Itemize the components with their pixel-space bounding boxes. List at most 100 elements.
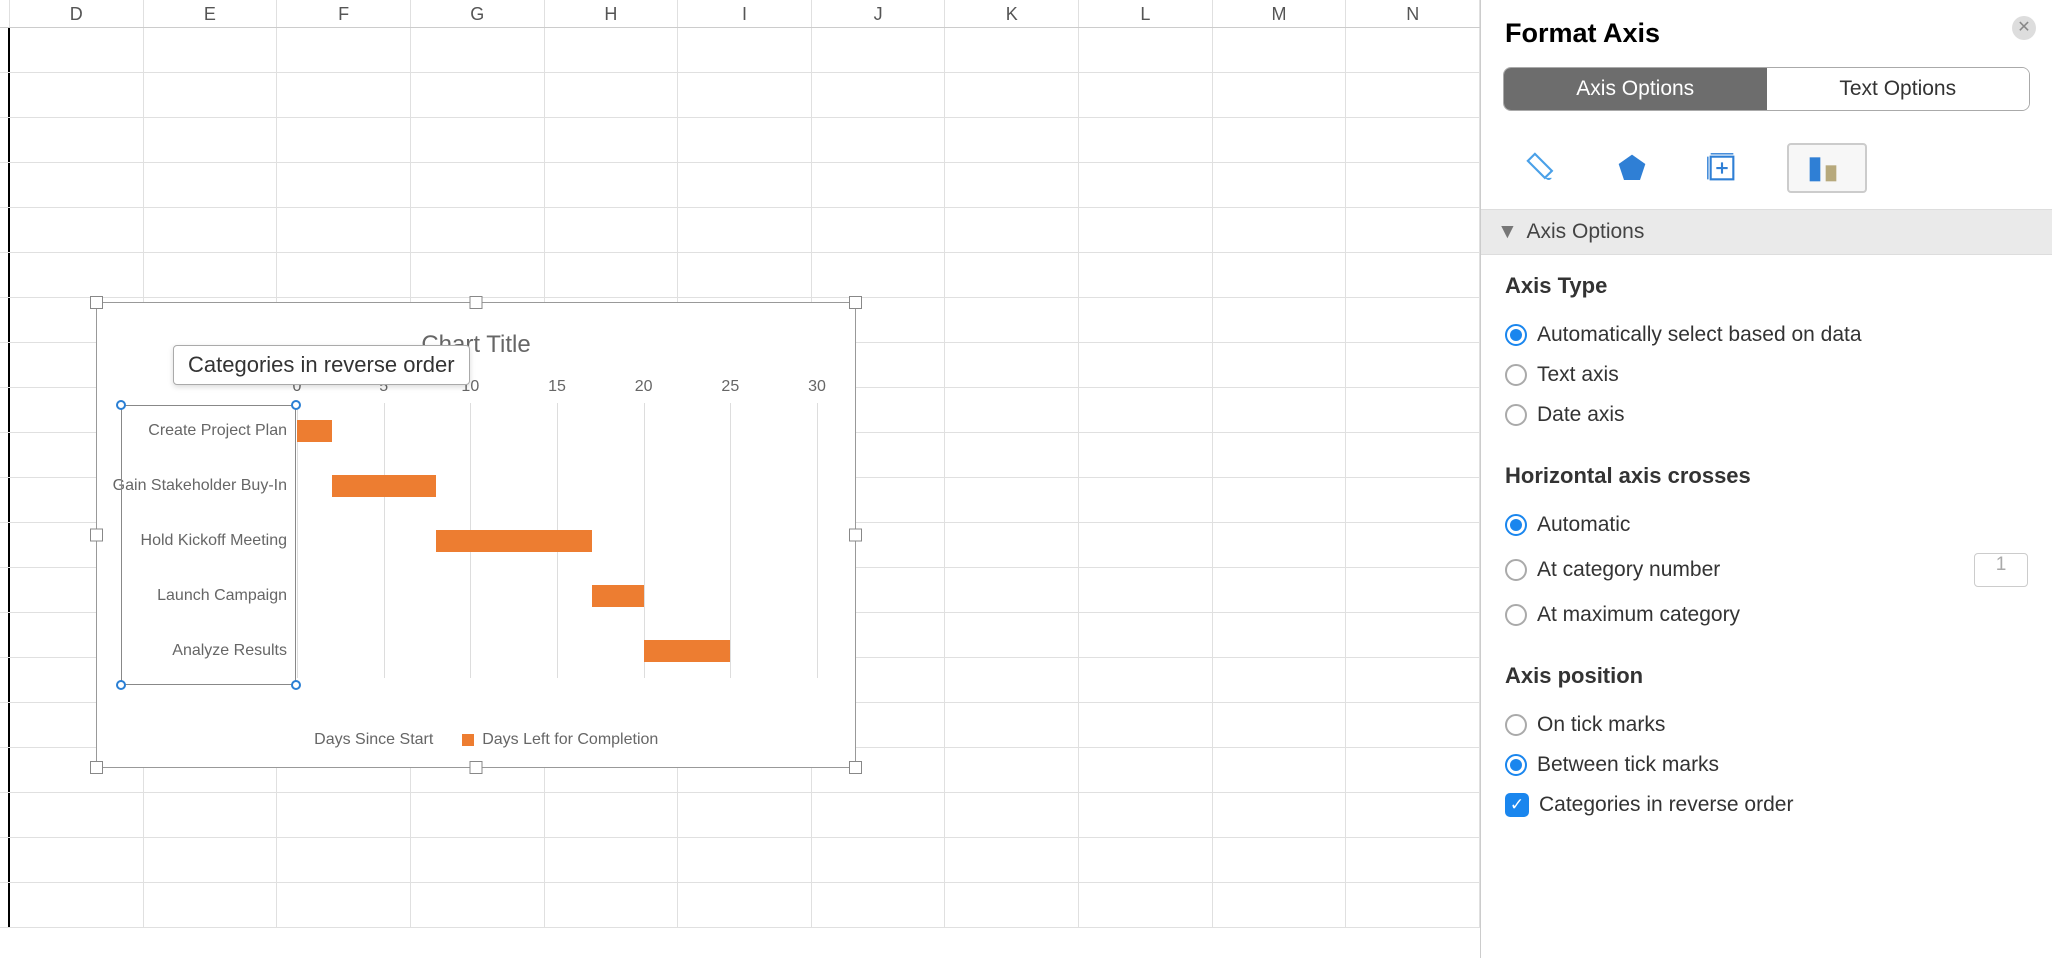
radio-text-axis[interactable]: Text axis: [1505, 355, 2028, 395]
cell[interactable]: [1213, 388, 1347, 432]
cell[interactable]: [1079, 28, 1213, 72]
cell[interactable]: [1079, 613, 1213, 657]
cell[interactable]: [1213, 613, 1347, 657]
col-header-n[interactable]: N: [1346, 0, 1480, 27]
col-header-l[interactable]: L: [1079, 0, 1213, 27]
cell[interactable]: [1213, 118, 1347, 162]
grid-row[interactable]: [0, 208, 1480, 253]
col-header-k[interactable]: K: [945, 0, 1079, 27]
cell[interactable]: [1213, 568, 1347, 612]
cell[interactable]: [10, 163, 144, 207]
cell[interactable]: [1079, 703, 1213, 747]
cell[interactable]: [1346, 343, 1480, 387]
cell[interactable]: [1346, 568, 1480, 612]
cell[interactable]: [10, 883, 144, 927]
cell[interactable]: [1079, 163, 1213, 207]
cell[interactable]: [144, 793, 278, 837]
cell[interactable]: [1079, 388, 1213, 432]
grid-row[interactable]: [0, 883, 1480, 928]
data-bar[interactable]: [644, 640, 731, 662]
radio-crosses-at-max[interactable]: At maximum category: [1505, 595, 2028, 635]
col-header-g[interactable]: G: [411, 0, 545, 27]
cell[interactable]: [1213, 208, 1347, 252]
cell[interactable]: [545, 793, 679, 837]
cell[interactable]: [1213, 523, 1347, 567]
cell[interactable]: [1346, 28, 1480, 72]
category-number-input[interactable]: 1: [1974, 553, 2028, 587]
cell[interactable]: [277, 253, 411, 297]
cell[interactable]: [277, 883, 411, 927]
data-bar[interactable]: [297, 420, 332, 442]
cell[interactable]: [945, 793, 1079, 837]
col-header-e[interactable]: E: [144, 0, 278, 27]
cell[interactable]: [945, 613, 1079, 657]
cell[interactable]: [144, 28, 278, 72]
cell[interactable]: [1079, 838, 1213, 882]
cell[interactable]: [1213, 478, 1347, 522]
cell[interactable]: [1346, 793, 1480, 837]
cell[interactable]: [545, 118, 679, 162]
cell[interactable]: [277, 793, 411, 837]
cell[interactable]: [678, 28, 812, 72]
cell[interactable]: [277, 118, 411, 162]
cell[interactable]: [1079, 253, 1213, 297]
legend-item[interactable]: Days Since Start: [294, 731, 434, 749]
cell[interactable]: [1213, 883, 1347, 927]
cell[interactable]: [945, 883, 1079, 927]
cell[interactable]: [1346, 208, 1480, 252]
axis-handle[interactable]: [116, 400, 126, 410]
cell[interactable]: [1346, 613, 1480, 657]
cell[interactable]: [678, 793, 812, 837]
cell[interactable]: [1346, 388, 1480, 432]
cell[interactable]: [545, 28, 679, 72]
cell[interactable]: [1346, 838, 1480, 882]
cell[interactable]: [678, 838, 812, 882]
cell[interactable]: [545, 208, 679, 252]
cell[interactable]: [945, 298, 1079, 342]
resize-handle[interactable]: [90, 529, 103, 542]
cell[interactable]: [812, 253, 946, 297]
cell[interactable]: [277, 163, 411, 207]
grid-row[interactable]: [0, 118, 1480, 163]
fill-line-icon[interactable]: [1517, 143, 1567, 193]
cell[interactable]: [812, 118, 946, 162]
cell[interactable]: [945, 118, 1079, 162]
cell[interactable]: [10, 838, 144, 882]
cell[interactable]: [411, 793, 545, 837]
radio-auto-axis[interactable]: Automatically select based on data: [1505, 315, 2028, 355]
cell[interactable]: [945, 478, 1079, 522]
cell[interactable]: [1346, 118, 1480, 162]
cell[interactable]: [945, 343, 1079, 387]
col-header-h[interactable]: H: [545, 0, 679, 27]
resize-handle[interactable]: [90, 761, 103, 774]
resize-handle[interactable]: [849, 296, 862, 309]
cell[interactable]: [144, 838, 278, 882]
radio-crosses-at-category[interactable]: At category number 1: [1505, 545, 2028, 595]
cell[interactable]: [411, 28, 545, 72]
data-bar[interactable]: [332, 475, 436, 497]
cell[interactable]: [1346, 433, 1480, 477]
cell[interactable]: [277, 838, 411, 882]
radio-on-ticks[interactable]: On tick marks: [1505, 705, 2028, 745]
cell[interactable]: [945, 253, 1079, 297]
cell[interactable]: [1079, 523, 1213, 567]
cell[interactable]: [411, 163, 545, 207]
cell[interactable]: [10, 208, 144, 252]
cell[interactable]: [945, 163, 1079, 207]
cell[interactable]: [10, 793, 144, 837]
spreadsheet-grid[interactable]: D E F G H I J K L M N Chart Title Catego…: [0, 0, 1480, 958]
col-header-i[interactable]: I: [678, 0, 812, 27]
effects-icon[interactable]: [1607, 143, 1657, 193]
plot-area[interactable]: Create Project PlanGain Stakeholder Buy-…: [297, 403, 817, 678]
grid-row[interactable]: [0, 73, 1480, 118]
grid-row[interactable]: [0, 253, 1480, 298]
col-header-d[interactable]: D: [10, 0, 144, 27]
data-bar[interactable]: [592, 585, 644, 607]
cell[interactable]: [1346, 658, 1480, 702]
cell[interactable]: [545, 73, 679, 117]
resize-handle[interactable]: [470, 296, 483, 309]
cell[interactable]: [545, 253, 679, 297]
cell[interactable]: [545, 883, 679, 927]
cell[interactable]: [277, 73, 411, 117]
cell[interactable]: [144, 253, 278, 297]
